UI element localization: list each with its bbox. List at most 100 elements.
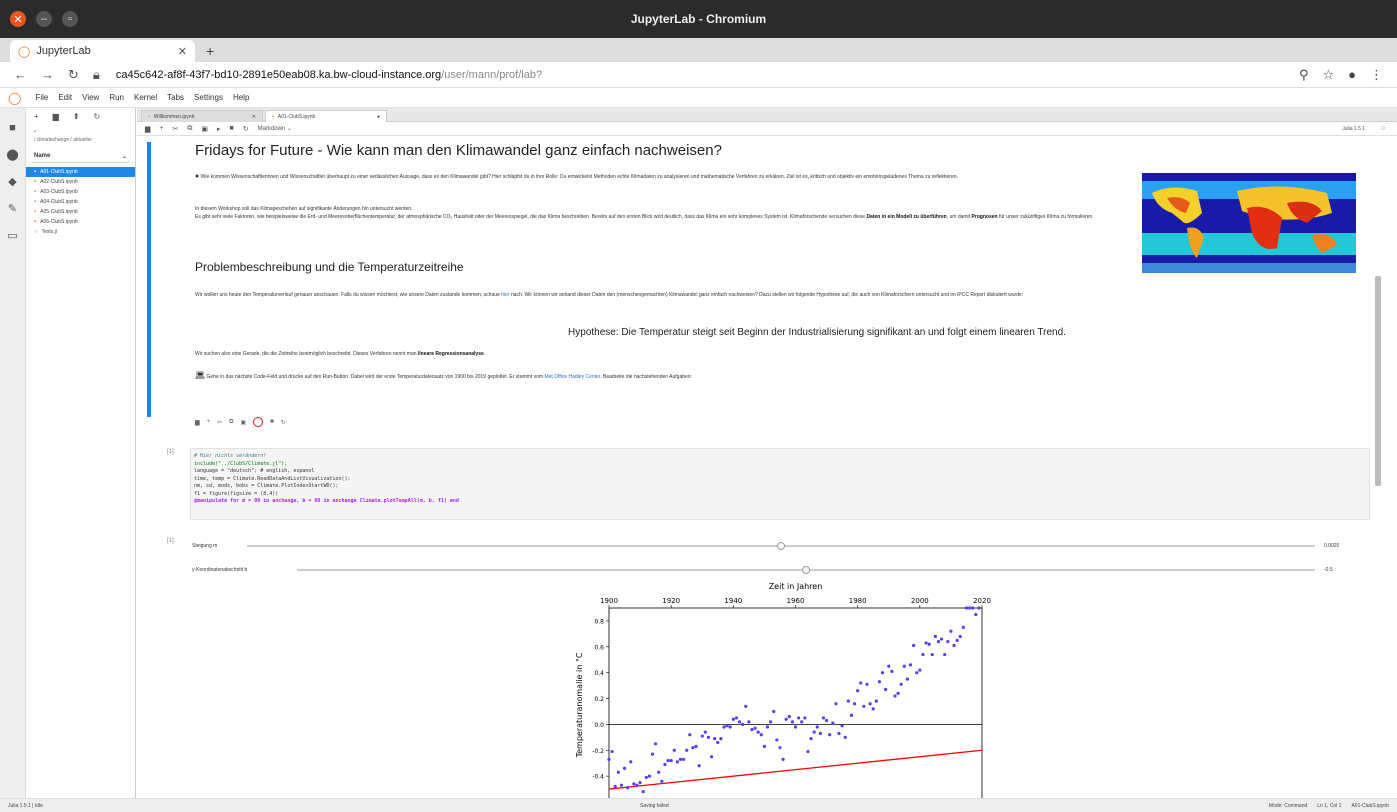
new-folder-icon[interactable]: ▆	[53, 112, 59, 121]
cell-type-select[interactable]: Markdown ⌄	[258, 125, 292, 132]
cell-paste-icon[interactable]: ▣	[240, 419, 246, 426]
file-item[interactable]: ▪ A04-ClubS.ipynb	[26, 197, 135, 207]
wrench-icon[interactable]: ✎	[0, 202, 25, 215]
add-cell-icon[interactable]: +	[159, 125, 163, 132]
close-tab-icon[interactable]: ●	[377, 114, 380, 120]
highlighted-run-button[interactable]	[253, 417, 264, 427]
window-titlebar: ✕ – ▫ JupyterLab - Chromium	[0, 0, 1397, 38]
cut-icon[interactable]: ✂	[172, 125, 178, 133]
top-x-tick-label: 1940	[724, 597, 742, 605]
copy-icon[interactable]: ⧉	[187, 125, 192, 133]
file-list-header[interactable]: Name ⌄	[32, 151, 129, 163]
data-point	[700, 734, 704, 738]
reload-icon[interactable]: ↻	[68, 67, 79, 83]
paste-icon[interactable]: ▣	[201, 125, 208, 133]
menu-edit[interactable]: Edit	[58, 93, 72, 102]
cursor-position[interactable]: Ln 1, Col 1	[1317, 803, 1341, 809]
back-arrow-icon[interactable]: ←	[14, 67, 27, 82]
data-point	[728, 725, 732, 729]
upload-icon[interactable]: ⬆	[73, 112, 80, 121]
forward-arrow-icon[interactable]: →	[41, 67, 54, 82]
restart-icon[interactable]: ↻	[243, 125, 249, 133]
data-point	[638, 781, 642, 785]
maximize-window-button[interactable]: ▫	[62, 11, 78, 27]
data-point	[654, 742, 658, 746]
url-field[interactable]: ca45c642-af8f-43f7-bd10-2891e50eab08.ka.…	[116, 69, 542, 81]
menu-view[interactable]: View	[82, 93, 99, 102]
hadley-link[interactable]: Met Office Hadley Center	[544, 374, 600, 380]
commands-icon[interactable]: ◆	[0, 175, 25, 188]
notebook-scrollbar[interactable]	[1375, 276, 1381, 486]
breadcrumb[interactable]: ▪ / climatechange / aktueller	[26, 125, 135, 147]
data-point	[818, 731, 822, 736]
running-icon[interactable]: ⬤	[0, 148, 25, 161]
file-item[interactable]: ▪ A01-ClubS.ipynb	[26, 167, 135, 177]
top-x-tick-label: 2000	[911, 597, 929, 605]
close-window-button[interactable]: ✕	[10, 11, 26, 27]
menu-settings[interactable]: Settings	[194, 93, 223, 102]
save-icon[interactable]: ▆	[145, 125, 150, 133]
data-point	[666, 759, 670, 763]
file-item[interactable]: ▪ A02-ClubS.ipynb	[26, 177, 135, 187]
doc-tab-active[interactable]: ▪ A01-ClubS.ipynb ●	[265, 110, 387, 122]
data-point	[731, 717, 735, 721]
menu-file[interactable]: File	[35, 93, 48, 102]
hier-link[interactable]: hier	[501, 292, 509, 298]
minimize-window-button[interactable]: –	[36, 11, 52, 27]
data-point	[607, 757, 611, 761]
y-tick-label: 0.6	[594, 644, 604, 651]
file-item[interactable]: ▪ A05-ClubS.ipynb	[26, 207, 135, 217]
close-tab-icon[interactable]: ✕	[178, 45, 187, 58]
y-tick-label: 0.2	[594, 696, 604, 703]
folder-icon[interactable]: ■	[0, 122, 25, 134]
file-item[interactable]: ▪ A06-ClubS.ipynb	[26, 217, 135, 227]
cell-add-icon[interactable]: +	[207, 419, 211, 425]
browser-tab-jupyterlab[interactable]: ◯ JupyterLab ✕	[10, 40, 195, 62]
slider-steigung: Steigung m 0.0025	[192, 540, 1382, 552]
data-point	[622, 766, 627, 770]
menu-help[interactable]: Help	[233, 93, 249, 102]
workshop-paragraph: In diesem Workshop soll das Klimagescheh…	[195, 206, 1094, 220]
menu-kernel[interactable]: Kernel	[134, 93, 157, 102]
refresh-icon[interactable]: ↻	[94, 112, 101, 121]
home-folder-icon[interactable]: ▪	[34, 128, 127, 136]
file-item[interactable]: ▪ A03-ClubS.ipynb	[26, 187, 135, 197]
code-cell[interactable]: # Hier nichts verändern! include("../Clu…	[190, 448, 1370, 520]
file-item[interactable]: ○ Tests.jl	[26, 227, 135, 237]
mode-indicator[interactable]: Mode: Command	[1269, 803, 1307, 809]
run-icon[interactable]: ▸	[217, 125, 221, 133]
cell-stop-icon[interactable]: ■	[270, 419, 274, 425]
slider-thumb[interactable]	[802, 566, 810, 574]
data-point	[703, 730, 707, 734]
browser-menu-icon[interactable]: ⋮	[1370, 67, 1383, 83]
account-icon[interactable]: ●	[1348, 67, 1356, 83]
menu-run[interactable]: Run	[109, 93, 124, 102]
slider-thumb[interactable]	[777, 542, 785, 550]
new-launcher-icon[interactable]: +	[34, 112, 39, 121]
data-point	[834, 702, 838, 706]
menu-tabs[interactable]: Tabs	[167, 93, 184, 102]
data-point	[964, 606, 969, 610]
tabs-icon[interactable]: ▭	[0, 229, 25, 242]
data-point	[765, 725, 770, 729]
stop-icon[interactable]: ■	[230, 125, 234, 132]
kernel-status[interactable]: Julia 1.5.1 | Idle	[8, 803, 43, 809]
bookmark-star-icon[interactable]: ☆	[1322, 67, 1334, 83]
data-point	[769, 720, 773, 724]
kernel-name[interactable]: Julia 1.5.1	[1342, 126, 1365, 132]
cell-save-icon[interactable]: ▆	[195, 419, 200, 426]
data-point	[756, 730, 760, 734]
data-point	[797, 716, 801, 720]
save-status: Saving failed	[640, 802, 669, 809]
data-point	[871, 707, 875, 711]
cell-copy-icon[interactable]: ⧉	[229, 419, 233, 426]
doc-tab-welcome[interactable]: ▪ Willkommen.ipynb ✕	[141, 110, 263, 122]
zoom-icon[interactable]: ⚲	[1299, 67, 1309, 83]
new-tab-button[interactable]: +	[206, 43, 214, 59]
cell-restart-icon[interactable]: ↻	[281, 419, 286, 426]
code-line: time, temp = Climate.ReadDataAndListVisu…	[194, 475, 351, 482]
code-cell-prompt: [1]:	[167, 449, 176, 455]
data-point	[852, 702, 857, 706]
cell-cut-icon[interactable]: ✂	[217, 419, 222, 426]
close-tab-icon[interactable]: ✕	[252, 114, 256, 120]
